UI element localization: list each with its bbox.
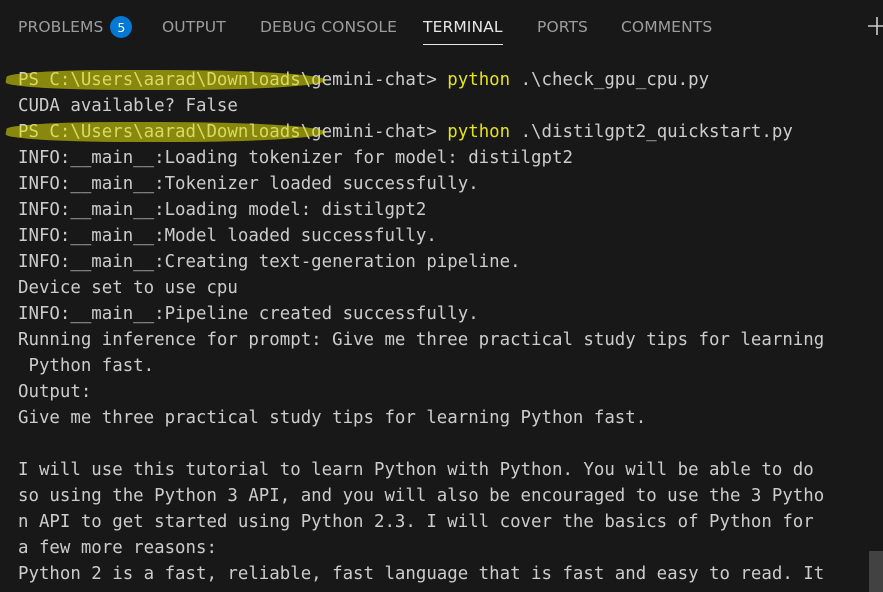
tab-terminal[interactable]: TERMINAL bbox=[423, 0, 503, 54]
terminal-output-line: Python fast. bbox=[18, 356, 155, 376]
terminal-output-line: INFO:__main__:Pipeline created successfu… bbox=[18, 304, 479, 324]
command-name: python bbox=[447, 122, 511, 142]
tab-problems[interactable]: PROBLEMS 5 bbox=[18, 0, 133, 54]
command-args: .\distilgpt2_quickstart.py bbox=[510, 122, 793, 142]
tab-ports-label: PORTS bbox=[537, 18, 588, 36]
terminal-output-line: Device set to use cpu bbox=[18, 278, 238, 298]
terminal-output[interactable]: PS C:\Users\aarad\Downloads\gemini-chat>… bbox=[4, 67, 870, 587]
terminal-output-line: INFO:__main__:Tokenizer loaded successfu… bbox=[18, 174, 479, 194]
terminal-output-line: INFO:__main__:Loading model: distilgpt2 bbox=[18, 200, 427, 220]
tab-ports[interactable]: PORTS bbox=[537, 0, 588, 54]
terminal-output-line: INFO:__main__:Creating text-generation p… bbox=[18, 252, 521, 272]
terminal-output-line: Give me three practical study tips for l… bbox=[18, 408, 647, 428]
terminal-scrollbar-thumb[interactable] bbox=[869, 551, 883, 592]
terminal-output-line: INFO:__main__:Model loaded successfully. bbox=[18, 226, 437, 246]
problems-count-badge: 5 bbox=[110, 16, 133, 38]
tab-comments[interactable]: COMMENTS bbox=[621, 0, 712, 54]
terminal-output-line: INFO:__main__:Loading tokenizer for mode… bbox=[18, 148, 573, 168]
prompt-text: PS C:\Users\aarad\Downloads\gemini-chat> bbox=[18, 70, 448, 90]
terminal-output-line: Python 2 is a fast, reliable, fast langu… bbox=[18, 564, 825, 584]
terminal-output-line: Running inference for prompt: Give me th… bbox=[18, 330, 825, 350]
command-name: python bbox=[447, 70, 511, 90]
command-args: .\check_gpu_cpu.py bbox=[510, 70, 710, 90]
tab-terminal-label: TERMINAL bbox=[423, 18, 503, 36]
terminal-output-line: so using the Python 3 API, and you will … bbox=[18, 486, 825, 506]
tab-problems-label: PROBLEMS bbox=[18, 18, 104, 36]
terminal-output-line: n API to get started using Python 2.3. I… bbox=[18, 512, 814, 532]
panel-tab-bar: PROBLEMS 5 OUTPUT DEBUG CONSOLE TERMINAL… bbox=[0, 0, 883, 54]
terminal-output-line: Output: bbox=[18, 382, 92, 402]
terminal-output-line: CUDA available? False bbox=[18, 96, 238, 116]
tab-debug-console[interactable]: DEBUG CONSOLE bbox=[260, 0, 397, 54]
terminal-prompt-line: PS C:\Users\aarad\Downloads\gemini-chat>… bbox=[4, 67, 870, 93]
prompt-text: PS C:\Users\aarad\Downloads\gemini-chat> bbox=[18, 122, 448, 142]
tab-comments-label: COMMENTS bbox=[621, 18, 713, 36]
tab-output[interactable]: OUTPUT bbox=[162, 0, 226, 54]
new-terminal-plus-icon[interactable] bbox=[867, 14, 883, 38]
tab-debug-console-label: DEBUG CONSOLE bbox=[260, 18, 398, 36]
terminal-panel: PROBLEMS 5 OUTPUT DEBUG CONSOLE TERMINAL… bbox=[0, 0, 883, 592]
tab-output-label: OUTPUT bbox=[162, 18, 226, 36]
terminal-output-line: a few more reasons: bbox=[18, 538, 217, 558]
terminal-prompt-line: PS C:\Users\aarad\Downloads\gemini-chat>… bbox=[4, 119, 870, 145]
terminal-output-line: I will use this tutorial to learn Python… bbox=[18, 460, 814, 480]
